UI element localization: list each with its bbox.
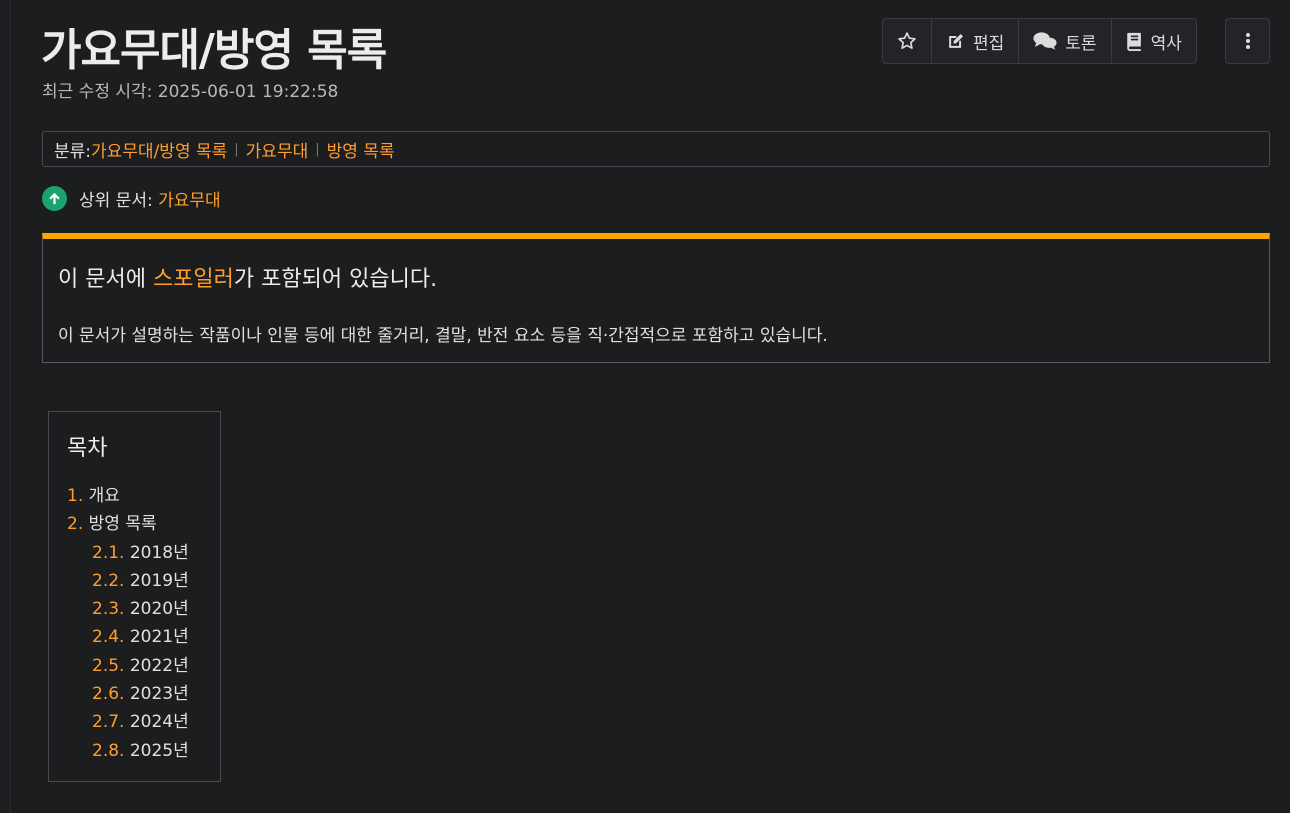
toc-item[interactable]: 2. 방영 목록 bbox=[67, 510, 202, 538]
category-separator: | bbox=[315, 141, 320, 157]
category-label: 분류: bbox=[54, 141, 92, 162]
toc-number[interactable]: 2.6. bbox=[92, 684, 124, 704]
toc-label: 개요 bbox=[88, 486, 120, 506]
toc-number[interactable]: 2.2. bbox=[92, 571, 124, 591]
spoiler-link[interactable]: 스포일러 bbox=[153, 267, 234, 292]
spoiler-title-prefix: 이 문서에 bbox=[58, 267, 153, 292]
toc-title: 목차 bbox=[67, 436, 108, 461]
spoiler-description: 이 문서가 설명하는 작품이나 인물 등에 대한 줄거리, 결말, 반전 요소 … bbox=[58, 326, 828, 346]
toc-label: 2019년 bbox=[129, 570, 189, 591]
toc-number[interactable]: 2.8. bbox=[92, 741, 124, 761]
edit-icon bbox=[949, 33, 964, 48]
toc-item[interactable]: 2.8. 2025년 bbox=[67, 737, 202, 765]
last-modified: 최근 수정 시각: 2025-06-01 19:22:58 bbox=[42, 82, 339, 102]
table-of-contents: 목차 1. 개요 2. 방영 목록 2.1. 2018년 2.2. 2019년 … bbox=[48, 411, 221, 782]
toc-label: 2018년 bbox=[129, 542, 189, 563]
toc-number[interactable]: 2. bbox=[67, 514, 83, 534]
spoiler-notice: 이 문서에 스포일러가 포함되어 있습니다. 이 문서가 설명하는 작품이나 인… bbox=[42, 233, 1270, 363]
more-vertical-icon bbox=[1245, 33, 1250, 49]
toc-label: 방영 목록 bbox=[88, 514, 157, 535]
toc-item[interactable]: 2.3. 2020년 bbox=[67, 595, 202, 623]
spoiler-title: 이 문서에 스포일러가 포함되어 있습니다. bbox=[58, 261, 1254, 293]
category-link-1[interactable]: 가요무대/방영 목록 bbox=[91, 137, 227, 162]
document-toolbar: 편집 토론 역사 bbox=[882, 18, 1197, 64]
toc-number[interactable]: 2.1. bbox=[92, 543, 124, 563]
toc-number[interactable]: 2.5. bbox=[92, 656, 124, 676]
toc-label: 2021년 bbox=[129, 627, 189, 648]
discuss-button[interactable]: 토론 bbox=[1019, 19, 1112, 63]
toc-list: 1. 개요 2. 방영 목록 2.1. 2018년 2.2. 2019년 2.3… bbox=[67, 482, 202, 765]
toc-item[interactable]: 2.4. 2021년 bbox=[67, 623, 202, 651]
toc-label: 2025년 bbox=[129, 740, 189, 761]
page-title: 가요무대/방영 목록 bbox=[41, 25, 387, 76]
book-icon bbox=[1126, 32, 1141, 51]
toc-item[interactable]: 2.2. 2019년 bbox=[67, 567, 202, 595]
star-icon bbox=[898, 32, 916, 50]
arrow-up-circle-icon bbox=[42, 186, 67, 211]
toc-item[interactable]: 2.7. 2024년 bbox=[67, 708, 202, 736]
history-label: 역사 bbox=[1150, 33, 1182, 54]
toc-label: 2023년 bbox=[129, 684, 189, 705]
toc-number[interactable]: 1. bbox=[67, 486, 83, 506]
edit-button[interactable]: 편집 bbox=[932, 19, 1020, 63]
discuss-label: 토론 bbox=[1065, 33, 1097, 54]
category-separator: | bbox=[234, 141, 239, 157]
parent-link[interactable]: 가요무대 bbox=[158, 191, 221, 211]
more-options-button[interactable] bbox=[1225, 18, 1270, 64]
toc-item[interactable]: 2.6. 2023년 bbox=[67, 680, 202, 708]
toc-number[interactable]: 2.3. bbox=[92, 599, 124, 619]
category-box: 분류: 가요무대/방영 목록 | 가요무대 | 방영 목록 bbox=[42, 131, 1270, 167]
category-link-2[interactable]: 가요무대 bbox=[246, 137, 309, 162]
spoiler-title-suffix: 가 포함되어 있습니다. bbox=[233, 267, 438, 292]
history-button[interactable]: 역사 bbox=[1112, 19, 1196, 63]
toc-number[interactable]: 2.4. bbox=[92, 627, 124, 647]
star-button[interactable] bbox=[883, 19, 932, 63]
toc-item[interactable]: 2.5. 2022년 bbox=[67, 652, 202, 680]
toc-label: 2022년 bbox=[129, 655, 189, 676]
toc-label: 2024년 bbox=[129, 712, 189, 733]
parent-document: 상위 문서: 가요무대 bbox=[42, 186, 221, 211]
toc-number[interactable]: 2.7. bbox=[92, 712, 124, 732]
edit-label: 편집 bbox=[973, 33, 1005, 54]
parent-label: 상위 문서: bbox=[79, 191, 159, 211]
document-page: 가요무대/방영 목록 최근 수정 시각: 2025-06-01 19:22:58… bbox=[10, 0, 1290, 813]
toc-label: 2020년 bbox=[129, 599, 189, 620]
toc-item[interactable]: 1. 개요 bbox=[67, 482, 202, 510]
category-link-3[interactable]: 방영 목록 bbox=[327, 137, 395, 162]
toc-item[interactable]: 2.1. 2018년 bbox=[67, 539, 202, 567]
comments-icon bbox=[1033, 32, 1057, 50]
